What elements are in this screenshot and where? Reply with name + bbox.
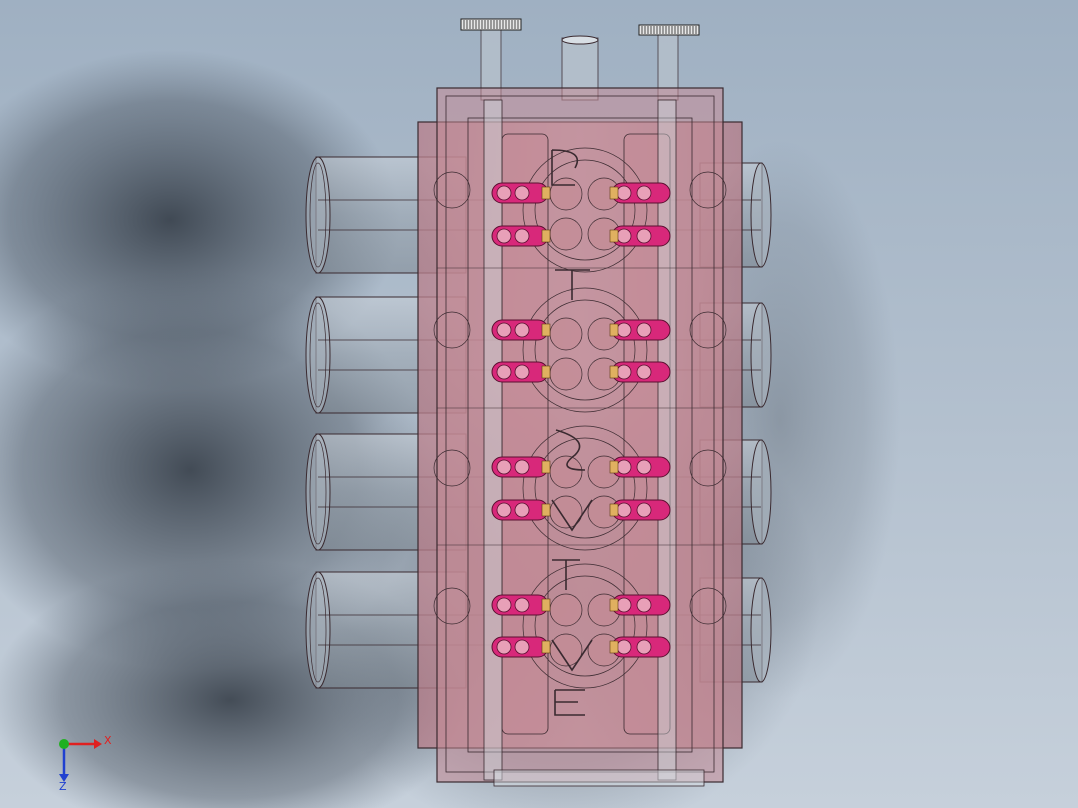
rocker-arm[interactable] <box>491 636 551 658</box>
rocker-arm[interactable] <box>609 319 671 341</box>
rocker-arm[interactable] <box>609 594 671 616</box>
rocker-arm[interactable] <box>491 594 551 616</box>
x-axis-label: X <box>104 734 112 747</box>
rocker-arm[interactable] <box>491 319 551 341</box>
rocker-arm[interactable] <box>491 499 551 521</box>
cad-viewport[interactable]: X Z <box>0 0 1078 808</box>
rocker-arm[interactable] <box>609 361 671 383</box>
rocker-arm[interactable] <box>491 456 551 478</box>
rocker-arm[interactable] <box>609 499 671 521</box>
z-axis-label: Z <box>59 780 67 793</box>
model-canvas[interactable]: X Z <box>0 0 1078 808</box>
engine-body[interactable] <box>417 87 743 787</box>
rocker-arm[interactable] <box>609 225 671 247</box>
rocker-arm[interactable] <box>491 182 551 204</box>
rocker-arm[interactable] <box>609 636 671 658</box>
rocker-arm[interactable] <box>609 456 671 478</box>
rocker-arm[interactable] <box>491 225 551 247</box>
rocker-arm[interactable] <box>491 361 551 383</box>
y-axis-dot-icon <box>59 739 69 749</box>
rocker-arm[interactable] <box>609 182 671 204</box>
